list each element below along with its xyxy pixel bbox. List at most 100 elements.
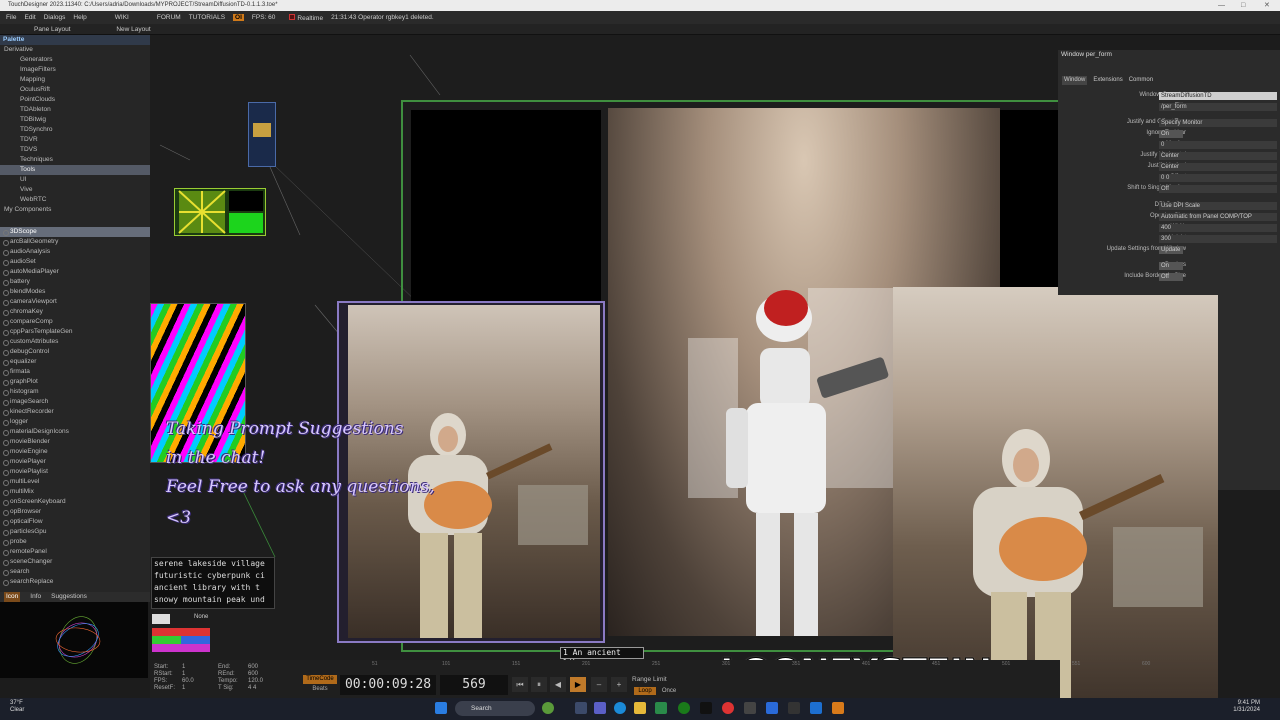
palette-list-item[interactable]: opBrowser [0, 507, 150, 517]
palette-list-item[interactable]: cppParsTemplateGen [0, 327, 150, 337]
palette-tree-item[interactable]: Vive [0, 185, 150, 195]
palette-list-item[interactable]: compareComp [0, 317, 150, 327]
file-explorer-icon[interactable] [634, 702, 646, 714]
param-value[interactable]: Update [1159, 245, 1183, 254]
param-value[interactable]: On [1159, 129, 1183, 138]
palette-tree-item[interactable]: UI [0, 175, 150, 185]
tab-suggestions[interactable]: Suggestions [51, 592, 87, 602]
palette-tree-item[interactable]: TDVS [0, 145, 150, 155]
param-value[interactable]: Off [1159, 272, 1183, 281]
param-value[interactable]: On [1159, 261, 1183, 270]
xbox-icon[interactable] [678, 702, 690, 714]
touchdesigner-icon[interactable] [832, 702, 844, 714]
palette-list-item[interactable]: arcBallGeometry [0, 237, 150, 247]
palette-list-item[interactable]: equalizer [0, 357, 150, 367]
edge-icon[interactable] [614, 702, 626, 714]
palette-tree-item[interactable]: WebRTC [0, 195, 150, 205]
palette-list-item[interactable]: firmata [0, 367, 150, 377]
palette-tree-item[interactable]: Mapping [0, 75, 150, 85]
palette-list-item[interactable]: onScreenKeyboard [0, 497, 150, 507]
palette-list-item[interactable]: probe [0, 537, 150, 547]
new-layout-button[interactable]: New Layout [116, 26, 150, 33]
minimize-icon[interactable]: — [1218, 0, 1225, 11]
param-value[interactable]: 400 [1159, 223, 1277, 232]
palette-list-item[interactable]: chromaKey [0, 307, 150, 317]
pause-button[interactable]: ⏸ [531, 677, 547, 692]
taskbar-search[interactable]: Search [455, 701, 535, 716]
color-swatch-node[interactable]: None [152, 614, 210, 660]
palette-list-item[interactable]: remotePanel [0, 547, 150, 557]
step-minus-button[interactable]: – [591, 677, 607, 692]
palette-list-item[interactable]: moviePlayer [0, 457, 150, 467]
param-value[interactable]: Center [1159, 162, 1277, 171]
palette-list-item[interactable]: battery [0, 277, 150, 287]
current-prompt-box[interactable]: 1 An ancient libr [560, 647, 644, 667]
palette-list-item[interactable]: customAttributes [0, 337, 150, 347]
palette-list-item[interactable]: graphPlot [0, 377, 150, 387]
tab-icon[interactable]: Icon [4, 592, 21, 602]
wiki-link[interactable]: WIKI [115, 14, 129, 21]
palette-list-item[interactable]: cameraViewport [0, 297, 150, 307]
palette-list-item[interactable]: search [0, 567, 150, 577]
prompt-item[interactable]: serene lakeside village [152, 558, 274, 570]
palette-list-item[interactable]: particlesGpu [0, 527, 150, 537]
palette-list-item[interactable]: 3DScope [0, 227, 150, 237]
tutorials-link[interactable]: TUTORIALS [189, 14, 225, 21]
word-icon[interactable] [766, 702, 778, 714]
palette-list-item[interactable]: blendModes [0, 287, 150, 297]
param-value[interactable]: 0 0 [1159, 173, 1277, 182]
rewind-button[interactable]: ⏮ [512, 677, 528, 692]
param-value[interactable]: /per_form [1159, 102, 1277, 111]
tab-extensions[interactable]: Extensions [1093, 76, 1122, 85]
pane-layout-button[interactable]: Pane Layout [34, 26, 71, 33]
close-icon[interactable]: ✕ [1264, 0, 1270, 11]
once-button[interactable]: Once [658, 687, 680, 695]
palette-list-item[interactable]: materialDesignIcons [0, 427, 150, 437]
param-value[interactable]: 0 [1159, 140, 1277, 149]
weather-widget[interactable]: 37°F Clear [10, 700, 24, 714]
step-plus-button[interactable]: + [611, 677, 627, 692]
prompt-item[interactable]: ancient library with t [152, 582, 274, 594]
palette-tree-item[interactable]: OculusRift [0, 85, 150, 95]
palette-tree-item[interactable]: PointClouds [0, 95, 150, 105]
store-icon[interactable] [655, 702, 667, 714]
tab-info[interactable]: Info [30, 592, 41, 602]
pattern-node[interactable] [174, 188, 266, 236]
palette-list-item[interactable]: histogram [0, 387, 150, 397]
param-value[interactable]: Automatic from Panel COMP/TOP [1159, 212, 1277, 221]
palette-tree-item[interactable]: TDBitwig [0, 115, 150, 125]
taskbar-clock[interactable]: 9:41 PM 1/31/2024 [1228, 700, 1260, 714]
palette-list-item[interactable]: autoMediaPlayer [0, 267, 150, 277]
palette-list-item[interactable]: multiLevel [0, 477, 150, 487]
noise-node[interactable] [150, 303, 246, 463]
palette-list-item[interactable]: multiMix [0, 487, 150, 497]
prompt-item[interactable]: snowy mountain peak und [152, 594, 274, 606]
palette-tree-item[interactable]: My Components [0, 205, 150, 215]
tab-window[interactable]: Window [1062, 76, 1088, 85]
realtime-checkbox[interactable] [289, 13, 296, 20]
widgets-icon[interactable] [542, 702, 554, 714]
palette-list-item[interactable]: audioSet [0, 257, 150, 267]
play-button[interactable]: ▶ [570, 677, 586, 692]
palette-list-item[interactable]: moviePlaylist [0, 467, 150, 477]
palette-list-item[interactable]: searchReplace [0, 577, 150, 587]
task-view-icon[interactable] [575, 702, 587, 714]
terminal-icon[interactable] [788, 702, 800, 714]
app-icon[interactable] [744, 702, 756, 714]
palette-tree-item[interactable]: ImageFilters [0, 65, 150, 75]
maximize-icon[interactable]: □ [1241, 0, 1245, 11]
palette-list-item[interactable]: sceneChanger [0, 557, 150, 567]
prompt-suggestions-list[interactable]: serene lakeside village futuristic cyber… [151, 557, 275, 609]
start-icon[interactable] [435, 702, 447, 714]
param-value[interactable]: StreamDiffusionTD [1159, 91, 1277, 100]
param-value[interactable]: 300 [1159, 234, 1277, 243]
beats-toggle[interactable]: Beats [303, 685, 337, 694]
chrome-icon[interactable] [722, 702, 734, 714]
palette-list-item[interactable]: movieEngine [0, 447, 150, 457]
palette-tree-item[interactable]: Generators [0, 55, 150, 65]
palette-list-item[interactable]: audioAnalysis [0, 247, 150, 257]
palette-tree-item[interactable]: Techniques [0, 155, 150, 165]
step-back-button[interactable]: ◀ [550, 677, 566, 692]
frame-display[interactable]: 569 [440, 675, 508, 695]
x-app-icon[interactable] [700, 702, 712, 714]
